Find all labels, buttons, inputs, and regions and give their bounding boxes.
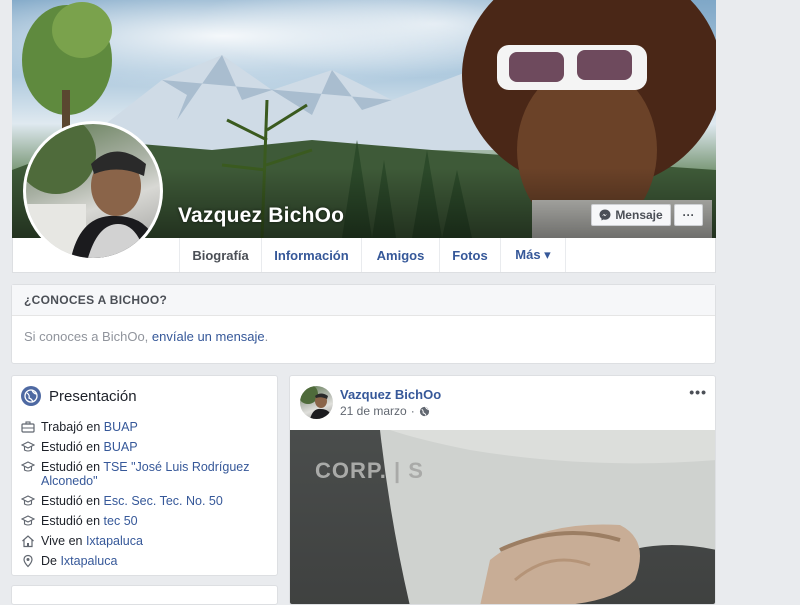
intro-card: Presentación Trabajó en BUAP Estudió en … [11,375,278,576]
graduation-cap-icon [21,441,35,452]
more-options-label: ··· [682,208,695,222]
know-him-prefix: Si conoces a BichOo, [24,329,152,344]
post-author-avatar[interactable] [300,386,333,419]
next-card [11,585,278,605]
know-him-suffix: . [264,329,269,344]
intro-item-prefix: Estudió en [41,514,104,528]
tab-mas-label: Más ▾ [515,247,551,262]
globe-icon [21,386,41,406]
message-button-label: Mensaje [615,208,663,222]
intro-item-prefix: Trabajó en [41,420,104,434]
intro-title: Presentación [49,387,137,405]
intro-link-tec50[interactable]: tec 50 [104,514,138,528]
tab-amigos[interactable]: Amigos [361,238,439,272]
intro-item-lives: Vive en Ixtapaluca [21,534,269,548]
profile-picture-image [26,124,160,258]
intro-item-prefix: Estudió en [41,440,104,454]
tab-informacion[interactable]: Información [261,238,361,272]
intro-link-buap-study[interactable]: BUAP [104,440,138,454]
tab-amigos-label: Amigos [376,247,425,263]
intro-link-from-ixtapaluca[interactable]: Ixtapaluca [60,554,117,568]
post-options-button[interactable]: ••• [689,384,707,400]
location-pin-icon [23,554,33,568]
more-options-button[interactable]: ··· [674,204,703,226]
profile-picture[interactable] [23,121,163,261]
know-him-text: Si conoces a BichOo, envíale un mensaje. [12,316,715,357]
graduation-cap-icon [21,495,35,506]
intro-list: Trabajó en BUAP Estudió en BUAP Estudió … [12,420,277,568]
post-card: Vazquez BichOo 21 de marzo · ••• CORP. |… [289,375,716,605]
tab-biografia-label: Biografía [192,247,249,263]
intro-item-prefix: Estudió en [41,460,104,474]
tab-biografia[interactable]: Biografía [179,238,261,272]
tab-mas[interactable]: Más ▾ [500,238,566,272]
post-author-name[interactable]: Vazquez BichOo [340,387,441,402]
intro-item-study: Estudió en tec 50 [21,514,269,528]
intro-item-study: Estudió en Esc. Sec. Tec. No. 50 [21,494,269,508]
briefcase-icon [21,421,35,433]
post-image[interactable]: CORP. | S [290,430,715,604]
intro-item-from: De Ixtapaluca [21,554,269,568]
tab-fotos[interactable]: Fotos [439,238,500,272]
intro-link-secundaria[interactable]: Esc. Sec. Tec. No. 50 [104,494,223,508]
intro-link-buap-work[interactable]: BUAP [104,420,138,434]
graduation-cap-icon [21,461,35,472]
profile-name[interactable]: Vazquez BichOo [178,204,344,228]
intro-item-work: Trabajó en BUAP [21,420,269,434]
tab-informacion-label: Información [274,247,349,263]
intro-link-lives-ixtapaluca[interactable]: Ixtapaluca [86,534,143,548]
intro-header: Presentación [12,376,277,414]
message-button[interactable]: Mensaje [591,204,671,226]
know-him-heading: ¿CONOCES A BICHOO? [12,285,715,316]
intro-item-study: Estudió en TSE "José Luis Rodríguez Alco… [21,460,269,488]
post-image-content [380,430,715,604]
send-message-link[interactable]: envíale un mensaje [152,329,265,344]
intro-item-study: Estudió en BUAP [21,440,269,454]
messenger-icon [599,209,611,221]
post-image-text: CORP. | S [315,458,424,483]
intro-item-prefix: Vive en [41,534,86,548]
post-date-separator: · [410,404,415,418]
graduation-cap-icon [21,515,35,526]
tab-fotos-label: Fotos [452,247,488,263]
home-icon [22,535,34,548]
intro-item-prefix: De [41,554,61,568]
public-globe-icon[interactable] [419,406,430,417]
post-meta: 21 de marzo · [340,404,430,418]
know-him-box: ¿CONOCES A BICHOO? Si conoces a BichOo, … [11,284,716,364]
post-date[interactable]: 21 de marzo [340,404,407,418]
intro-item-prefix: Estudió en [41,494,104,508]
